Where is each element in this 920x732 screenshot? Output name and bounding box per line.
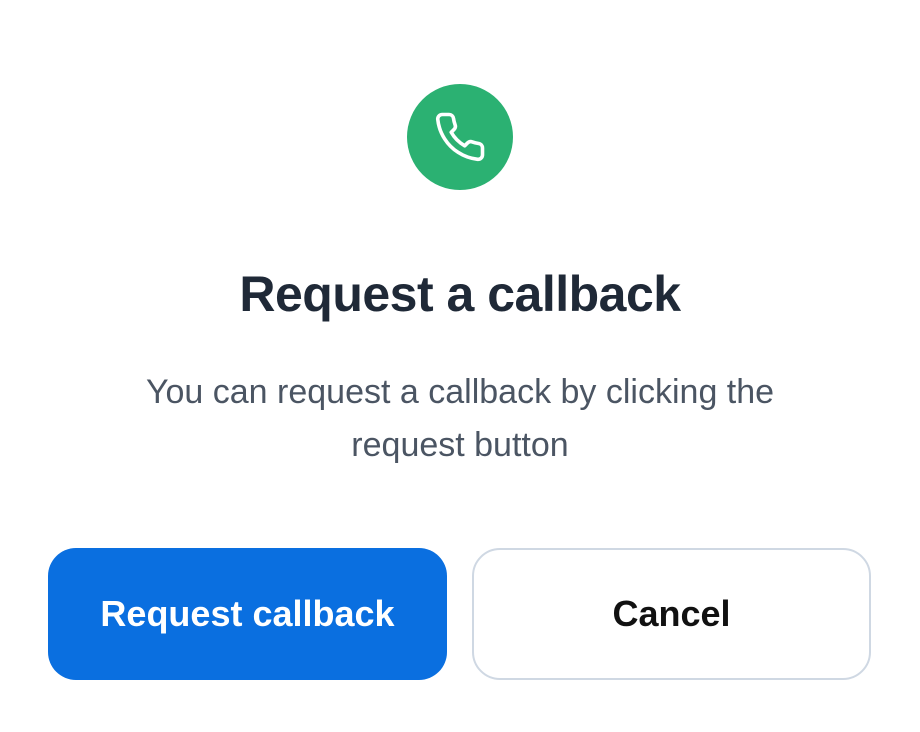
dialog-description: You can request a callback by clicking t… xyxy=(145,373,775,464)
dialog-title: Request a callback xyxy=(239,266,681,322)
request-callback-button[interactable]: Request callback xyxy=(48,548,447,680)
cancel-button[interactable]: Cancel xyxy=(472,548,871,680)
phone-icon xyxy=(407,84,513,190)
callback-dialog: Request a callback You can request a cal… xyxy=(0,0,920,732)
